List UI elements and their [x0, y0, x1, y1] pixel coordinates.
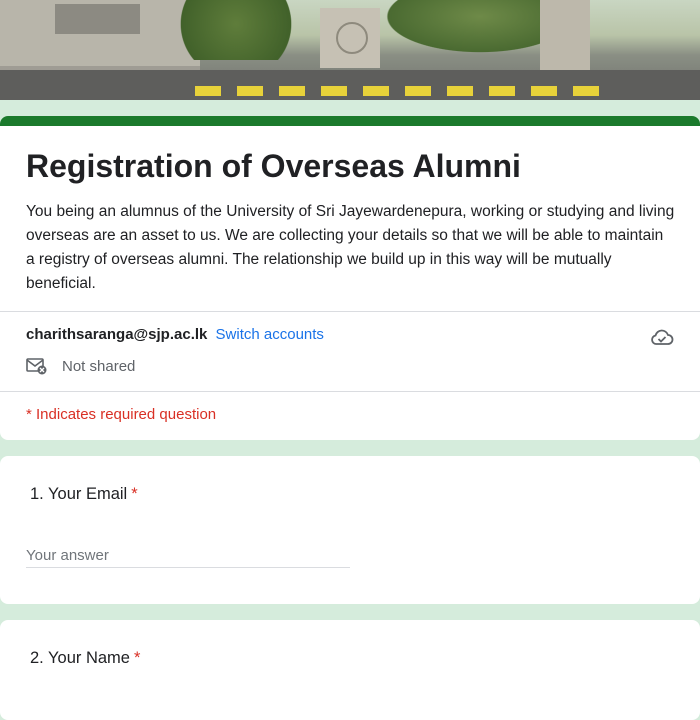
question-title: 2. Your Name [30, 649, 130, 667]
email-answer-input[interactable] [26, 543, 350, 568]
form-description: You being an alumnus of the University o… [26, 203, 675, 292]
question-card-email: 1. Your Email * [0, 456, 700, 604]
banner-crosswalk [195, 86, 615, 96]
question-label: 1. Your Email * [30, 485, 138, 504]
not-shared-status: Not shared [26, 357, 135, 375]
not-shared-label: Not shared [62, 357, 136, 375]
account-row: charithsaranga@sjp.ac.lk Switch accounts… [0, 311, 700, 392]
cloud-check-icon[interactable] [650, 327, 674, 347]
question-label: 2. Your Name * [30, 649, 140, 668]
required-asterisk: * [131, 485, 138, 503]
banner-trees-left [180, 0, 320, 60]
form-title: Registration of Overseas Alumni [26, 148, 521, 184]
account-info: charithsaranga@sjp.ac.lk Switch accounts [26, 326, 324, 343]
banner-pillar [540, 0, 590, 75]
question-title: 1. Your Email [30, 485, 128, 503]
banner-gate [320, 8, 380, 68]
required-asterisk: * [133, 649, 141, 667]
banner-wall [0, 0, 200, 70]
account-email: charithsaranga@sjp.ac.lk [26, 326, 208, 343]
switch-accounts-link[interactable]: Switch accounts [216, 326, 324, 343]
mail-x-icon [26, 358, 47, 375]
banner-sign [55, 4, 140, 34]
question-card-name: 2. Your Name * [0, 620, 700, 720]
banner-seal [336, 22, 368, 54]
required-note-row: * Indicates required question [0, 391, 700, 440]
accent-bar [0, 116, 700, 126]
required-note: * Indicates required question [26, 406, 217, 423]
header-banner-image [0, 0, 700, 100]
form-header-card: Registration of Overseas Alumni You bein… [0, 116, 700, 440]
